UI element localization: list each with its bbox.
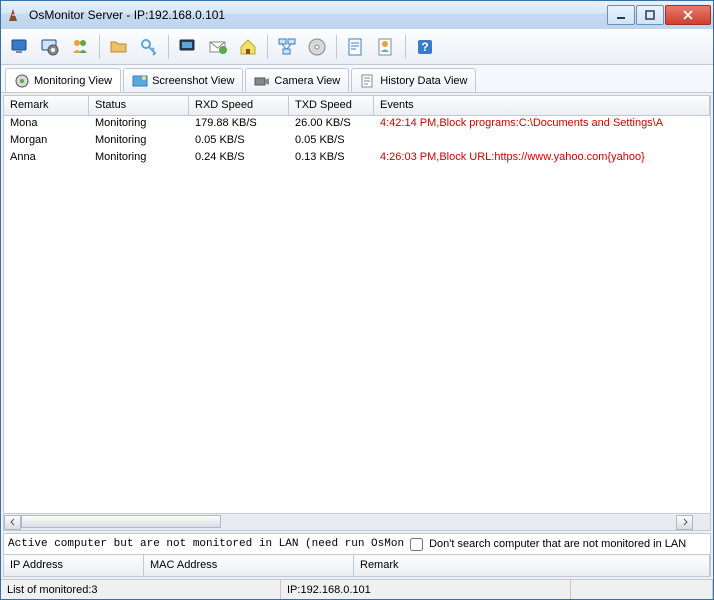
maximize-button[interactable] — [636, 5, 664, 25]
screenshot-small-icon — [132, 73, 148, 89]
dont-search-checkbox[interactable] — [410, 538, 423, 551]
tab-label: Monitoring View — [34, 75, 112, 87]
cell-txd: 0.05 KB/S — [289, 133, 374, 150]
subgrid-header: IP Address MAC Address Remark — [3, 555, 711, 577]
view-tabs: Monitoring View Screenshot View Camera V… — [1, 65, 713, 93]
titlebar[interactable]: OsMonitor Server - IP:192.168.0.101 — [1, 1, 713, 29]
status-monitored: List of monitored:3 — [1, 580, 281, 599]
table-row[interactable]: Morgan Monitoring 0.05 KB/S 0.05 KB/S — [4, 133, 710, 150]
tab-camera-view[interactable]: Camera View — [245, 68, 349, 92]
tab-label: History Data View — [380, 75, 467, 87]
dont-search-label[interactable]: Don't search computer that are not monit… — [429, 538, 686, 550]
app-icon — [7, 7, 23, 23]
window-controls — [606, 5, 711, 25]
tab-label: Camera View — [274, 75, 340, 87]
status-bar: List of monitored:3 IP:192.168.0.101 — [1, 579, 713, 599]
toolbar-separator — [336, 35, 337, 59]
col-status[interactable]: Status — [89, 96, 189, 115]
scroll-track[interactable] — [21, 515, 676, 530]
report-icon[interactable] — [343, 34, 369, 60]
minimize-button[interactable] — [607, 5, 635, 25]
grid-body[interactable]: Mona Monitoring 179.88 KB/S 26.00 KB/S 4… — [4, 116, 710, 513]
scroll-corner — [693, 515, 710, 530]
scroll-thumb[interactable] — [21, 515, 221, 528]
main-grid: Remark Status RXD Speed TXD Speed Events… — [3, 95, 711, 531]
toolbar-separator — [267, 35, 268, 59]
close-button[interactable] — [665, 5, 711, 25]
status-empty — [571, 580, 713, 599]
camera-small-icon — [254, 73, 270, 89]
home-icon[interactable] — [235, 34, 261, 60]
window-title: OsMonitor Server - IP:192.168.0.101 — [29, 8, 606, 22]
monitor-icon[interactable] — [7, 34, 33, 60]
table-row[interactable]: Mona Monitoring 179.88 KB/S 26.00 KB/S 4… — [4, 116, 710, 133]
col-events[interactable]: Events — [374, 96, 710, 115]
col-remark[interactable]: Remark — [4, 96, 89, 115]
cell-status: Monitoring — [89, 133, 189, 150]
svg-text:?: ? — [421, 40, 428, 54]
user-icon[interactable] — [373, 34, 399, 60]
cell-rxd: 179.88 KB/S — [189, 116, 289, 133]
bottom-panel: Active computer but are not monitored in… — [3, 533, 711, 577]
subcol-mac[interactable]: MAC Address — [144, 555, 354, 576]
network-icon[interactable] — [274, 34, 300, 60]
toolbar-separator — [168, 35, 169, 59]
cell-status: Monitoring — [89, 150, 189, 167]
subcol-remark[interactable]: Remark — [354, 555, 710, 576]
tab-screenshot-view[interactable]: Screenshot View — [123, 68, 243, 92]
help-icon[interactable]: ? — [412, 34, 438, 60]
subcol-ip[interactable]: IP Address — [4, 555, 144, 576]
app-window: OsMonitor Server - IP:192.168.0.101 ? Mo… — [0, 0, 714, 600]
cell-remark: Anna — [4, 150, 89, 167]
key-icon[interactable] — [136, 34, 162, 60]
screen-icon[interactable] — [175, 34, 201, 60]
cell-txd: 26.00 KB/S — [289, 116, 374, 133]
toolbar-separator — [405, 35, 406, 59]
users-icon[interactable] — [67, 34, 93, 60]
options-row: Active computer but are not monitored in… — [3, 533, 711, 555]
scroll-right-button[interactable] — [676, 515, 693, 530]
grid-header: Remark Status RXD Speed TXD Speed Events — [4, 96, 710, 116]
disc-icon[interactable] — [304, 34, 330, 60]
cell-event — [374, 133, 710, 150]
cell-status: Monitoring — [89, 116, 189, 133]
cell-rxd: 0.05 KB/S — [189, 133, 289, 150]
cell-remark: Mona — [4, 116, 89, 133]
tab-monitoring-view[interactable]: Monitoring View — [5, 68, 121, 92]
horizontal-scrollbar[interactable] — [4, 513, 710, 530]
scroll-left-button[interactable] — [4, 515, 21, 530]
monitor-small-icon — [14, 73, 30, 89]
cell-txd: 0.13 KB/S — [289, 150, 374, 167]
option-active-label: Active computer but are not monitored in… — [8, 538, 404, 550]
tab-history-view[interactable]: History Data View — [351, 68, 476, 92]
folder-icon[interactable] — [106, 34, 132, 60]
cell-rxd: 0.24 KB/S — [189, 150, 289, 167]
toolbar: ? — [1, 29, 713, 65]
toolbar-separator — [99, 35, 100, 59]
tab-label: Screenshot View — [152, 75, 234, 87]
col-rxd[interactable]: RXD Speed — [189, 96, 289, 115]
cell-event: 4:42:14 PM,Block programs:C:\Documents a… — [374, 116, 710, 133]
cell-remark: Morgan — [4, 133, 89, 150]
table-row[interactable]: Anna Monitoring 0.24 KB/S 0.13 KB/S 4:26… — [4, 150, 710, 167]
col-txd[interactable]: TXD Speed — [289, 96, 374, 115]
history-small-icon — [360, 73, 376, 89]
settings-icon[interactable] — [37, 34, 63, 60]
cell-event: 4:26:03 PM,Block URL:https://www.yahoo.c… — [374, 150, 710, 167]
mail-icon[interactable] — [205, 34, 231, 60]
status-ip: IP:192.168.0.101 — [281, 580, 571, 599]
